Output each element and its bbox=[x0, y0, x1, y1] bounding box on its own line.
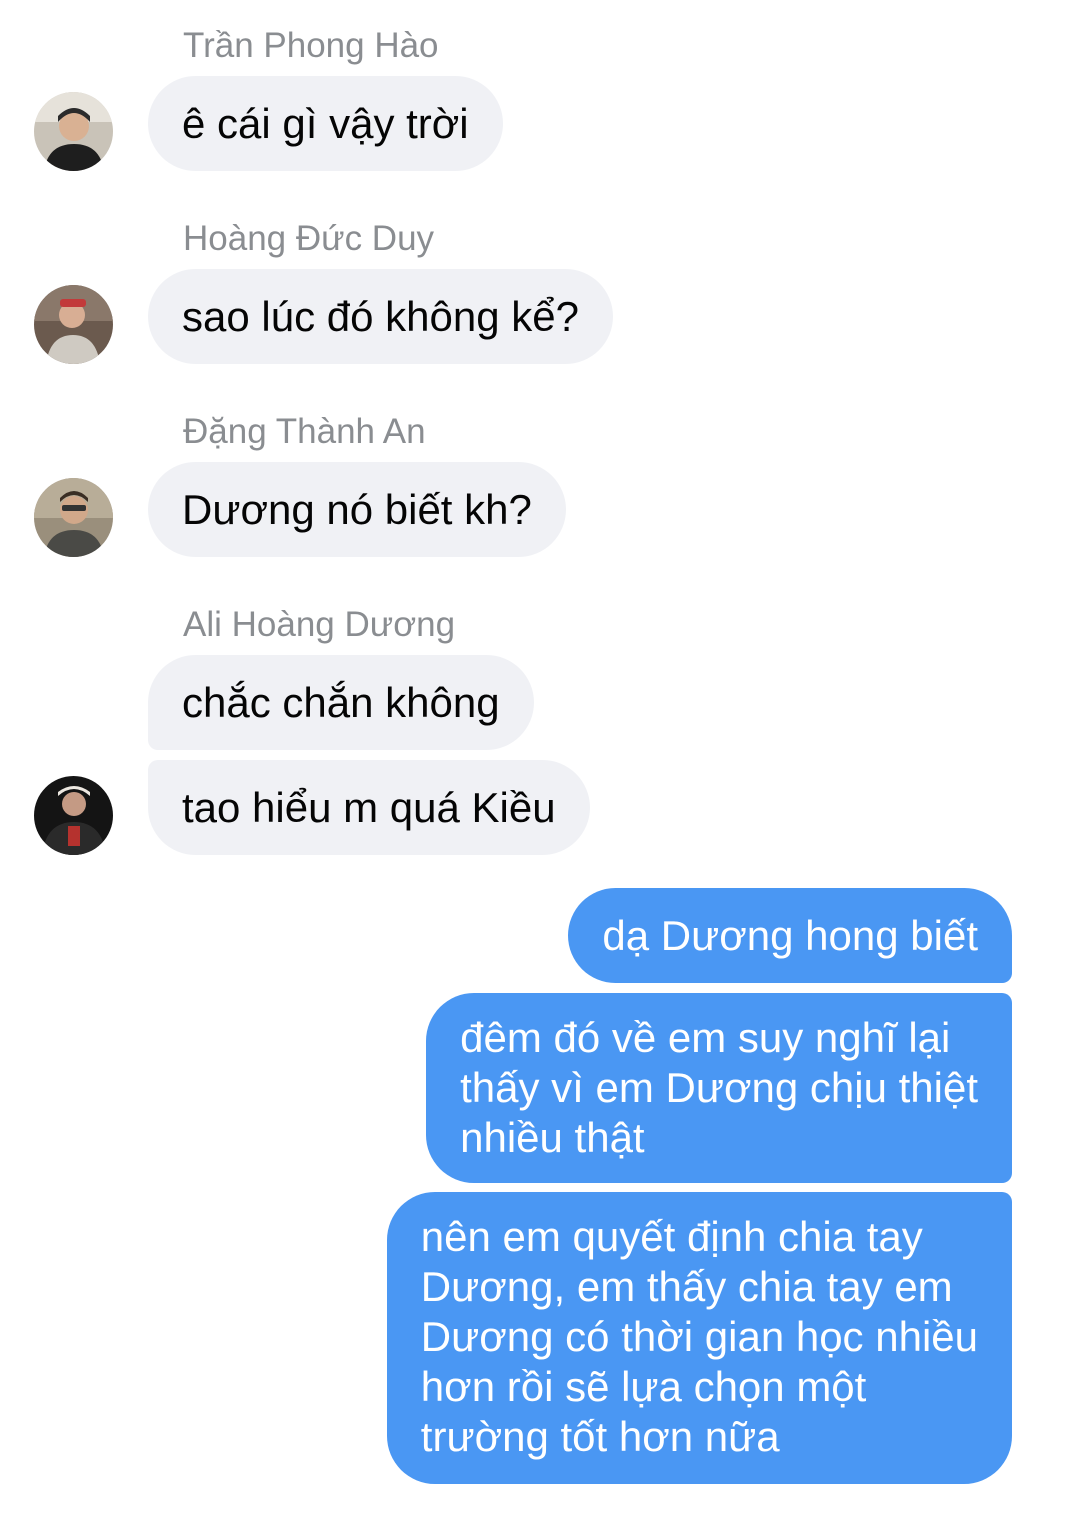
sender-name: Trần Phong Hào bbox=[183, 26, 439, 65]
message-line: đêm đó về em suy nghĩ lại bbox=[460, 1014, 951, 1061]
user-avatar-icon bbox=[34, 776, 113, 855]
message-bubble[interactable]: ê cái gì vậy trời bbox=[148, 76, 503, 171]
avatar[interactable] bbox=[34, 776, 113, 855]
message-bubble[interactable]: dạ Dương hong biết bbox=[568, 888, 1012, 983]
message-line: nên em quyết định chia tay bbox=[420, 1213, 923, 1260]
user-avatar-icon bbox=[34, 92, 113, 171]
sender-name: Hoàng Đức Duy bbox=[183, 219, 435, 258]
user-avatar-icon bbox=[34, 285, 113, 364]
message-line: nhiều thật bbox=[460, 1114, 645, 1161]
message-bubble[interactable]: chắc chắn không bbox=[148, 655, 534, 750]
user-avatar-icon bbox=[34, 478, 113, 557]
message-line: hơn rồi sẽ lựa chọn một bbox=[420, 1363, 867, 1410]
message-line: trường tốt hơn nữa bbox=[420, 1413, 780, 1460]
message-line: Dương, em thấy chia tay em bbox=[420, 1263, 953, 1310]
message-line: thấy vì em Dương chịu thiệt bbox=[460, 1064, 978, 1111]
avatar[interactable] bbox=[34, 92, 113, 171]
message-bubble[interactable]: sao lúc đó không kể? bbox=[148, 269, 613, 364]
avatar[interactable] bbox=[34, 478, 113, 557]
sender-name: Ali Hoàng Dương bbox=[183, 605, 456, 644]
message-bubble[interactable]: Dương nó biết kh? bbox=[148, 462, 566, 557]
message-line: dạ Dương hong biết bbox=[602, 912, 978, 959]
message-bubble[interactable]: nên em quyết định chia tay Dương, em thấ… bbox=[386, 1192, 1012, 1484]
message-bubble[interactable]: đêm đó về em suy nghĩ lại thấy vì em Dươ… bbox=[426, 993, 1012, 1183]
message-bubble[interactable]: tao hiểu m quá Kiều bbox=[148, 760, 590, 855]
avatar[interactable] bbox=[34, 285, 113, 364]
message-line: Dương có thời gian học nhiều bbox=[420, 1313, 978, 1360]
sender-name: Đặng Thành An bbox=[183, 412, 426, 451]
